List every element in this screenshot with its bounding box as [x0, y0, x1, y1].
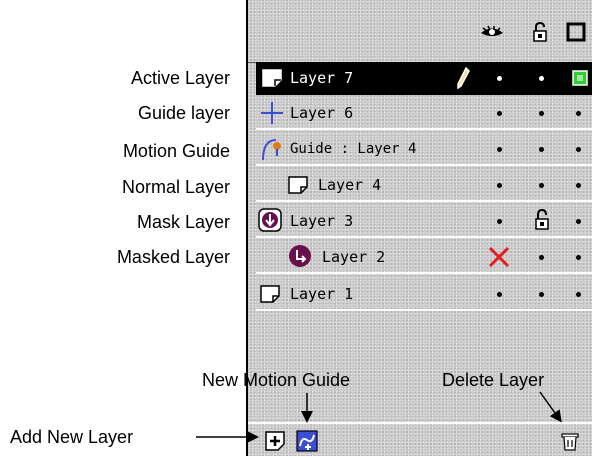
annotation-arrows: [196, 391, 562, 443]
arrow-delete-layer: [539, 391, 562, 423]
